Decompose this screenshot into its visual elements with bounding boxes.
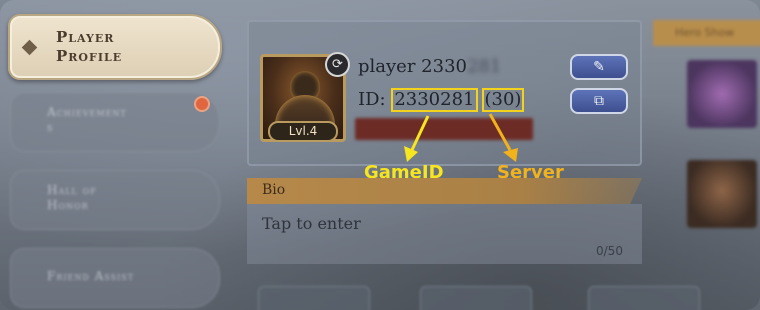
gameid-arrow-line bbox=[410, 115, 430, 151]
bottom-tile[interactable] bbox=[420, 286, 532, 310]
bottom-tile[interactable] bbox=[588, 286, 700, 310]
right-panel-tab-label: Hero Show bbox=[675, 26, 735, 39]
hero-portrait[interactable] bbox=[687, 60, 757, 128]
bio-placeholder: Tap to enter bbox=[262, 214, 361, 233]
hero-portrait[interactable] bbox=[687, 160, 757, 228]
server-arrow-line bbox=[488, 113, 512, 151]
bio-char-count: 0/50 bbox=[596, 244, 623, 258]
bottom-tile[interactable] bbox=[258, 286, 370, 310]
bio-header: Bio bbox=[247, 178, 642, 204]
right-panel-tab[interactable]: Hero Show bbox=[653, 20, 760, 46]
bio-title: Bio bbox=[262, 182, 286, 198]
bio-input[interactable] bbox=[247, 204, 642, 264]
gameid-arrow-head bbox=[404, 146, 418, 162]
server-arrow-head bbox=[503, 148, 518, 162]
